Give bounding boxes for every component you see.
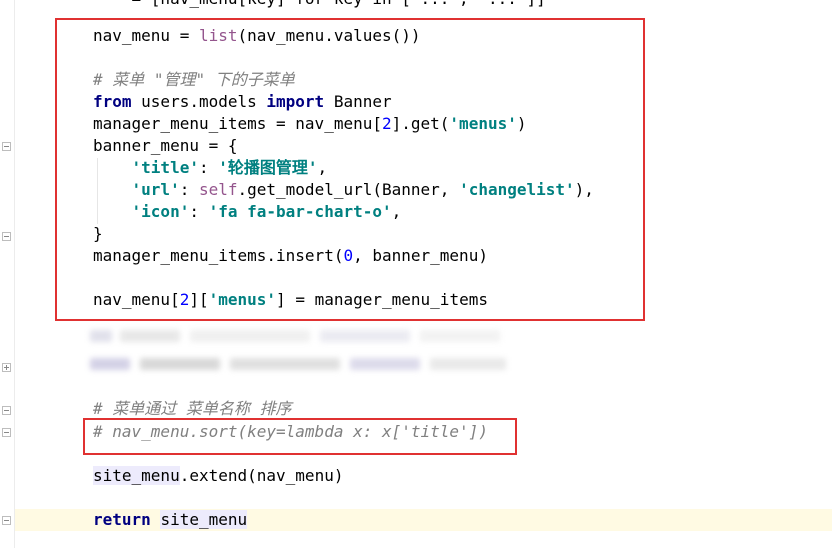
fold-toggle-icon[interactable] [2, 516, 11, 525]
fold-toggle-icon[interactable] [2, 142, 11, 151]
code-comment[interactable]: # 菜单通过 菜单名称 排序 [93, 398, 292, 420]
annotation-box-main [55, 18, 645, 321]
code-line-partial[interactable]: = [nav_menu[key] for key in ['...', '...… [93, 0, 546, 10]
fold-toggle-icon[interactable] [2, 428, 11, 437]
code-line[interactable]: return site_menu [93, 509, 248, 531]
fold-toggle-icon[interactable] [2, 406, 11, 415]
annotation-box-sort [83, 418, 517, 455]
expand-fold-icon[interactable] [2, 363, 11, 372]
redacted-code-region [90, 328, 510, 376]
usage-highlight: site_menu [93, 466, 180, 485]
usage-highlight: site_menu [160, 510, 248, 529]
fold-toggle-icon[interactable] [2, 232, 11, 241]
code-line[interactable]: site_menu.extend(nav_menu) [93, 465, 343, 487]
editor-gutter [0, 0, 15, 548]
